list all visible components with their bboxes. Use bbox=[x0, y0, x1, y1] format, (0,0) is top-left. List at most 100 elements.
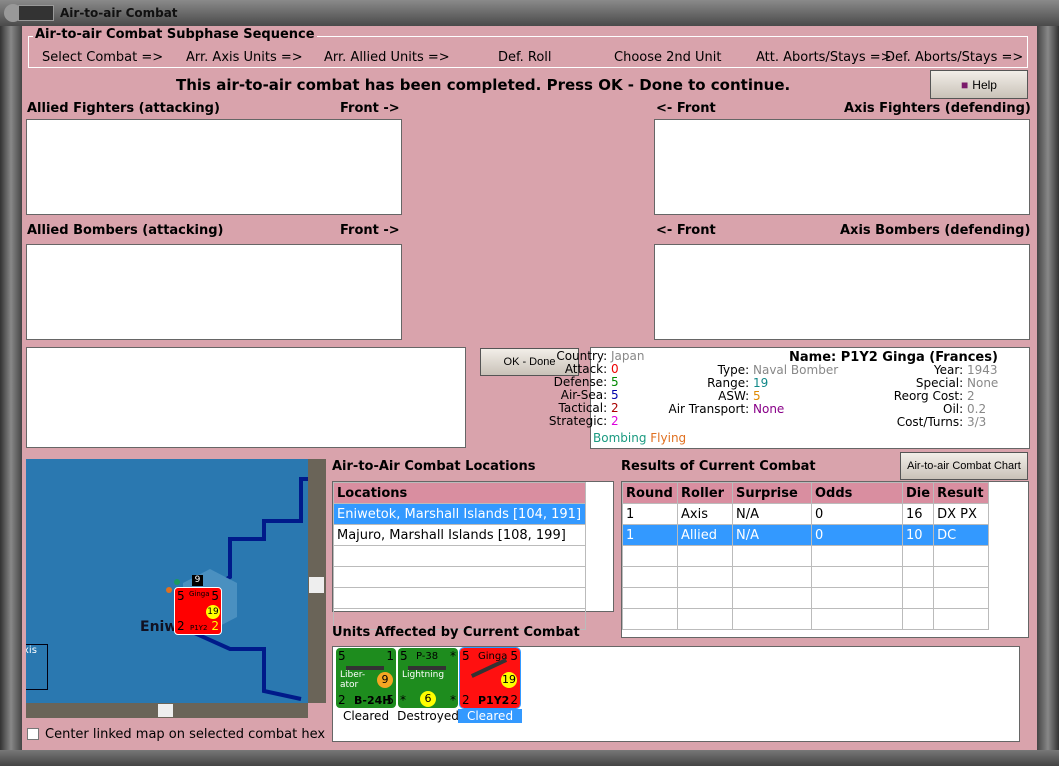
unit-status: Cleared bbox=[342, 709, 390, 723]
results-cell bbox=[622, 545, 678, 567]
window-frame-left bbox=[0, 26, 22, 750]
window-frame-right bbox=[1037, 26, 1059, 750]
results-table[interactable]: Round Roller Surprise Odds Die Result 1 Axis N/A… bbox=[621, 481, 1029, 638]
unit-counter[interactable]: 5 5 Ginga 2 2 P1Y2 19 bbox=[459, 647, 521, 709]
unit-counter[interactable]: 5 * P-38 Lightning * * 6 bbox=[398, 648, 458, 708]
location-cell[interactable]: Eniwetok, Marshall Islands [104, 191] bbox=[333, 503, 586, 525]
center-map-label: Center linked map on selected combat hex bbox=[45, 727, 326, 742]
unit-info-panel: Country: Japan Attack: 0 Defense: 5 Air-… bbox=[549, 347, 1030, 449]
message-box bbox=[26, 347, 466, 448]
front-label: <- Front bbox=[656, 223, 716, 238]
results-row[interactable] bbox=[622, 566, 990, 588]
locations-table[interactable]: Locations Eniwetok, Marshall Islands [104… bbox=[332, 481, 614, 630]
results-cell: DC bbox=[933, 524, 990, 546]
results-cell bbox=[622, 587, 678, 609]
combat-chart-button[interactable]: Air-to-air Combat Chart bbox=[900, 452, 1028, 480]
help-book-icon: ■ bbox=[961, 77, 969, 92]
results-header: Result bbox=[933, 482, 990, 504]
subphase-title: Air-to-air Combat Subphase Sequence bbox=[33, 27, 317, 42]
stack-count: 9 bbox=[192, 575, 203, 586]
subphase-step: Choose 2nd Unit bbox=[614, 50, 722, 65]
results-cell bbox=[901, 608, 935, 630]
results-cell bbox=[622, 608, 678, 630]
allied-fighters-box[interactable] bbox=[26, 119, 402, 215]
results-cell bbox=[901, 566, 935, 588]
collapse-button[interactable] bbox=[18, 5, 54, 21]
results-row[interactable] bbox=[622, 608, 990, 630]
subphase-step: Select Combat => bbox=[42, 50, 164, 65]
results-cell bbox=[677, 545, 733, 567]
results-cell: N/A bbox=[732, 503, 812, 525]
location-row[interactable]: Majuro, Marshall Islands [108, 199] bbox=[333, 524, 586, 546]
results-cell: 1 bbox=[622, 503, 678, 525]
results-header: Surprise bbox=[732, 482, 812, 504]
results-cell bbox=[811, 545, 903, 567]
axis-bombers-label: Axis Bombers (defending) bbox=[840, 223, 1031, 238]
results-cell: N/A bbox=[732, 524, 812, 546]
results-header: Roller bbox=[677, 482, 733, 504]
results-cell bbox=[933, 545, 990, 567]
results-row[interactable]: 1 Axis N/A 0 16 DX PX bbox=[622, 503, 990, 525]
status-dot-icon bbox=[166, 587, 172, 593]
location-cell[interactable] bbox=[333, 566, 586, 588]
help-button[interactable]: ■ Help bbox=[930, 70, 1028, 99]
results-header: Die bbox=[901, 482, 935, 504]
results-title: Results of Current Combat bbox=[621, 459, 816, 474]
map-horizontal-scrollbar[interactable] bbox=[26, 703, 308, 718]
subphase-step: Def. Aborts/Stays => bbox=[885, 50, 1024, 65]
results-cell: 0 bbox=[811, 503, 903, 525]
linked-map[interactable]: Eniw xis 9 55 Ginga 22 P1Y2 19 bbox=[26, 459, 308, 703]
results-cell bbox=[732, 587, 812, 609]
front-label: Front -> bbox=[340, 101, 400, 116]
scroll-thumb[interactable] bbox=[158, 704, 173, 717]
range-badge: 6 bbox=[420, 691, 436, 707]
results-cell: Allied bbox=[677, 524, 733, 546]
results-cell bbox=[732, 545, 812, 567]
locations-title: Air-to-Air Combat Locations bbox=[332, 459, 536, 474]
results-cell: 10 bbox=[901, 524, 935, 546]
unit-status: Cleared bbox=[458, 709, 522, 723]
results-cell bbox=[622, 566, 678, 588]
location-cell[interactable] bbox=[333, 587, 586, 609]
location-cell[interactable]: Majuro, Marshall Islands [108, 199] bbox=[333, 524, 586, 546]
results-row[interactable] bbox=[622, 545, 990, 567]
subphase-step: Arr. Axis Units => bbox=[186, 50, 303, 65]
flying-tag: Flying bbox=[650, 431, 687, 445]
results-cell: 1 bbox=[622, 524, 678, 546]
map-vertical-scrollbar[interactable] bbox=[308, 459, 326, 703]
range-badge: 9 bbox=[377, 672, 393, 688]
front-label: Front -> bbox=[340, 223, 400, 238]
axis-bombers-box[interactable] bbox=[654, 244, 1030, 340]
results-cell bbox=[933, 587, 990, 609]
front-label: <- Front bbox=[656, 101, 716, 116]
results-cell bbox=[677, 608, 733, 630]
hex-name: Eniw bbox=[140, 619, 178, 635]
results-cell: 16 bbox=[901, 503, 935, 525]
allied-bombers-box[interactable] bbox=[26, 244, 402, 340]
location-row[interactable] bbox=[333, 587, 586, 609]
window-frame-bottom bbox=[0, 750, 1059, 766]
location-cell[interactable] bbox=[333, 545, 586, 567]
axis-fighters-box[interactable] bbox=[654, 119, 1030, 215]
map-unit-counter[interactable]: 55 Ginga 22 P1Y2 19 bbox=[174, 587, 222, 635]
results-cell bbox=[901, 587, 935, 609]
unit-counter[interactable]: 5 1 Liber-ator 2 5 B-24H 9 bbox=[336, 648, 396, 708]
results-cell bbox=[811, 587, 903, 609]
center-map-checkbox[interactable] bbox=[27, 728, 39, 740]
subphase-step: Def. Roll bbox=[498, 50, 552, 65]
results-cell bbox=[732, 566, 812, 588]
results-cell: 0 bbox=[811, 524, 903, 546]
results-cell: DX PX bbox=[933, 503, 990, 525]
aircraft-icon bbox=[408, 666, 446, 670]
location-row[interactable]: Eniwetok, Marshall Islands [104, 191] bbox=[333, 503, 586, 525]
location-row[interactable] bbox=[333, 545, 586, 567]
location-row[interactable] bbox=[333, 566, 586, 588]
results-row[interactable]: 1 Allied N/A 0 10 DC bbox=[622, 524, 990, 546]
results-cell bbox=[677, 587, 733, 609]
results-cell bbox=[732, 608, 812, 630]
results-row[interactable] bbox=[622, 587, 990, 609]
help-label: Help bbox=[972, 77, 997, 92]
results-cell: Axis bbox=[677, 503, 733, 525]
results-cell bbox=[811, 566, 903, 588]
scroll-thumb[interactable] bbox=[309, 577, 324, 593]
